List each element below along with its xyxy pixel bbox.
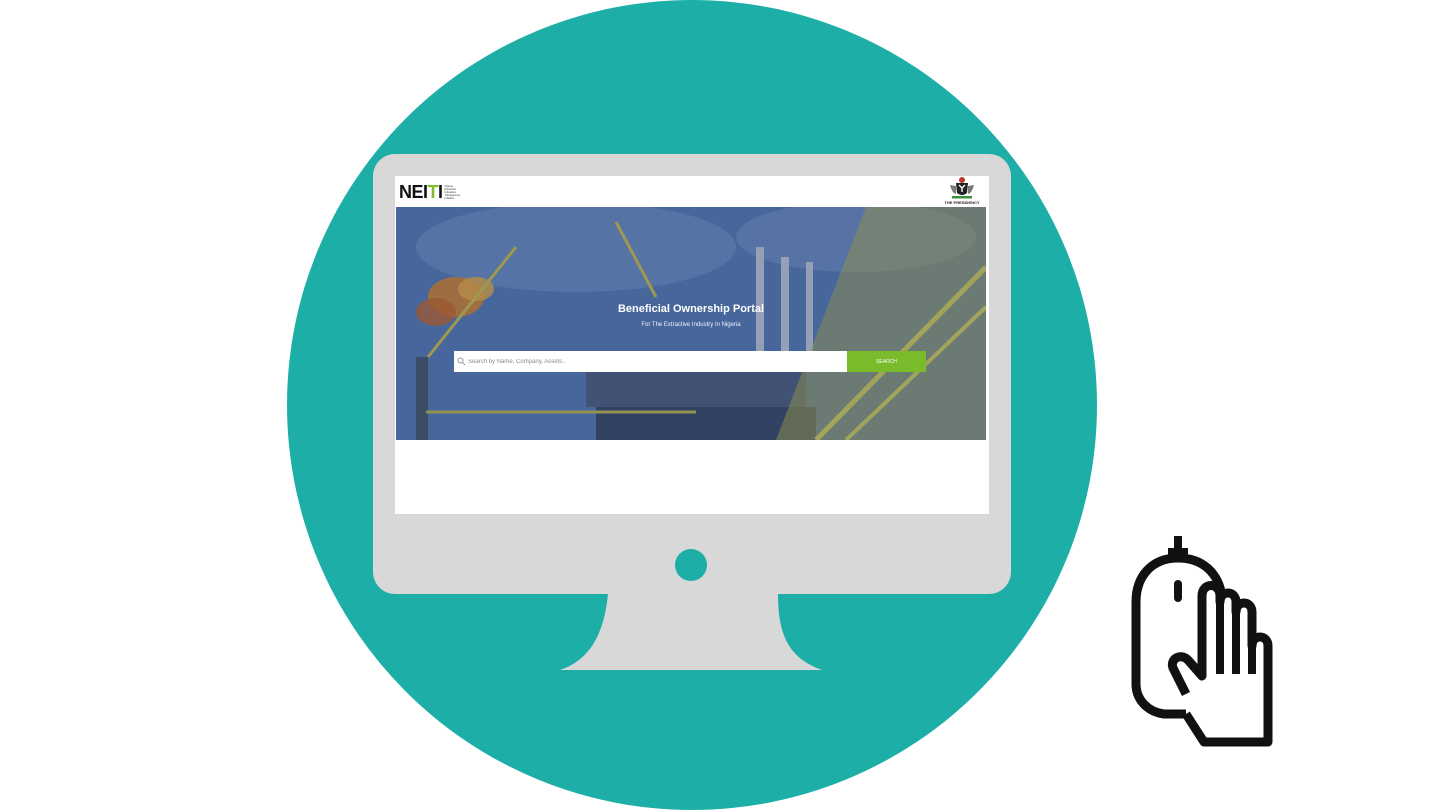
hero-banner: Beneficial Ownership Portal For The Extr… xyxy=(396,207,986,440)
logo-tagline: Nigeria Extractive Industries Transparen… xyxy=(444,184,461,200)
search-bar: SEARCH xyxy=(454,351,926,372)
logo-wordmark: NEITI xyxy=(399,182,443,202)
search-input[interactable] xyxy=(468,352,847,371)
hero-subtitle: For The Extractive Industry In Nigeria xyxy=(641,322,741,328)
presidency-logo[interactable]: THE PRESIDENCY xyxy=(941,176,983,207)
mouse-with-hand-icon xyxy=(1131,536,1273,747)
monitor-stand xyxy=(560,594,822,670)
presidency-label: THE PRESIDENCY xyxy=(944,200,980,205)
monitor-screen: NEITI Nigeria Extractive Industries Tran… xyxy=(395,176,989,514)
site-header: NEITI Nigeria Extractive Industries Tran… xyxy=(395,176,989,207)
neiti-logo[interactable]: NEITI Nigeria Extractive Industries Tran… xyxy=(399,183,460,201)
search-button[interactable]: SEARCH xyxy=(847,351,926,372)
monitor-power-dot xyxy=(675,549,707,581)
hero-title: Beneficial Ownership Portal xyxy=(617,303,765,315)
search-icon xyxy=(454,351,468,372)
coat-of-arms-icon xyxy=(950,177,974,199)
